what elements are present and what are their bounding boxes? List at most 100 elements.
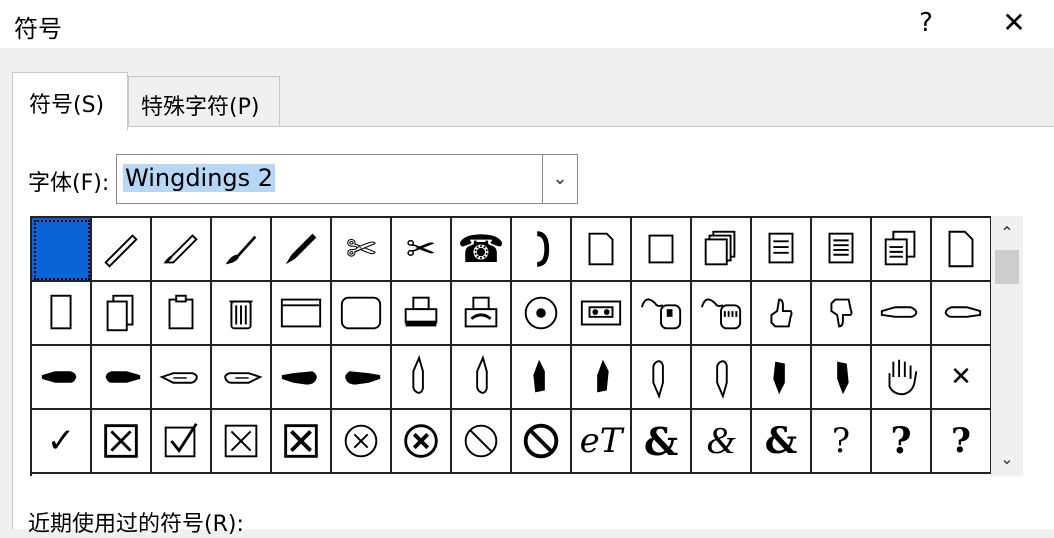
symbol-cell[interactable] bbox=[812, 282, 872, 346]
symbol-cell[interactable]: ? bbox=[872, 410, 932, 474]
open-hand-icon bbox=[878, 354, 924, 400]
black-hand-point-left-icon bbox=[38, 354, 84, 400]
symbol-cell[interactable]: ☎ bbox=[452, 218, 512, 282]
symbol-cell[interactable] bbox=[152, 282, 212, 346]
dialog-title: 符号 bbox=[14, 15, 62, 43]
symbol-cell[interactable] bbox=[572, 282, 632, 346]
vertical-scrollbar[interactable]: ⌃ ⌄ bbox=[991, 216, 1023, 476]
symbol-cell[interactable] bbox=[752, 346, 812, 410]
symbol-cell[interactable] bbox=[452, 346, 512, 410]
title-bar: 符号 ? ✕ bbox=[0, 0, 1054, 48]
symbol-cell[interactable] bbox=[452, 282, 512, 346]
font-select[interactable]: Wingdings 2 ⌄ bbox=[116, 154, 578, 204]
x-box-bold-icon bbox=[278, 418, 324, 464]
symbol-cell[interactable] bbox=[692, 346, 752, 410]
check-mark-icon: ✓ bbox=[46, 421, 76, 461]
symbol-cell[interactable] bbox=[632, 282, 692, 346]
symbol-cell[interactable] bbox=[212, 218, 272, 282]
outline-hand-left-icon bbox=[158, 354, 204, 400]
fountain-pen-icon bbox=[158, 226, 204, 272]
tab-label: 特殊字符(P) bbox=[141, 95, 260, 120]
chevron-down-icon[interactable]: ⌄ bbox=[542, 155, 577, 203]
scroll-thumb[interactable] bbox=[995, 250, 1019, 284]
symbol-cell[interactable] bbox=[872, 282, 932, 346]
symbol-cell[interactable]: & bbox=[632, 410, 692, 474]
symbol-cell[interactable] bbox=[692, 218, 752, 282]
mouse-keyboard-icon bbox=[698, 290, 744, 336]
symbol-cell[interactable]: ✄ bbox=[332, 218, 392, 282]
symbol-cell[interactable] bbox=[92, 218, 152, 282]
telephone-icon: ☎ bbox=[457, 227, 505, 271]
symbol-cell[interactable] bbox=[92, 282, 152, 346]
symbol-cell[interactable] bbox=[212, 410, 272, 474]
symbol-cell[interactable] bbox=[452, 410, 512, 474]
symbol-cell[interactable] bbox=[812, 346, 872, 410]
symbol-cell[interactable] bbox=[332, 346, 392, 410]
symbol-cell[interactable]: & bbox=[752, 410, 812, 474]
symbol-cell[interactable] bbox=[392, 410, 452, 474]
window-icon bbox=[278, 290, 324, 336]
symbol-cell[interactable]: ✓ bbox=[32, 410, 92, 474]
symbol-cell[interactable] bbox=[392, 282, 452, 346]
symbol-cell[interactable] bbox=[512, 346, 572, 410]
tab-symbols[interactable]: 符号(S) bbox=[12, 72, 128, 130]
symbol-cell[interactable] bbox=[272, 410, 332, 474]
symbol-cell[interactable] bbox=[212, 346, 272, 410]
symbol-cell[interactable] bbox=[872, 346, 932, 410]
fax-icon bbox=[458, 290, 504, 336]
symbol-cell[interactable] bbox=[32, 346, 92, 410]
symbol-cell[interactable] bbox=[572, 346, 632, 410]
cassette-icon bbox=[578, 290, 624, 336]
help-button[interactable]: ? bbox=[906, 4, 946, 42]
symbol-cell[interactable] bbox=[632, 346, 692, 410]
scroll-up-icon[interactable]: ⌃ bbox=[991, 216, 1023, 250]
hand-point-down-icon bbox=[638, 354, 684, 400]
disc-icon bbox=[518, 290, 564, 336]
symbol-cell[interactable] bbox=[512, 410, 572, 474]
hand-point-down-alt-icon bbox=[698, 354, 744, 400]
ampersand-bold-icon: & bbox=[643, 418, 679, 464]
pencil-icon bbox=[278, 226, 324, 272]
symbol-cell[interactable]: & bbox=[692, 410, 752, 474]
symbol-cell[interactable] bbox=[212, 282, 272, 346]
symbol-cell[interactable] bbox=[92, 410, 152, 474]
tab-special-characters[interactable]: 特殊字符(P) bbox=[128, 76, 280, 128]
symbol-cell[interactable]: ? bbox=[812, 410, 872, 474]
scroll-down-icon[interactable]: ⌄ bbox=[991, 442, 1023, 476]
symbol-cell[interactable] bbox=[152, 346, 212, 410]
symbol-cell[interactable]: eT bbox=[572, 410, 632, 474]
symbol-cell[interactable] bbox=[932, 282, 992, 346]
symbol-cell[interactable] bbox=[32, 282, 92, 346]
symbol-cell[interactable]: ✕ bbox=[932, 346, 992, 410]
close-button[interactable]: ✕ bbox=[994, 4, 1034, 42]
symbol-cell[interactable] bbox=[752, 282, 812, 346]
symbol-cell[interactable] bbox=[512, 218, 572, 282]
symbol-cell[interactable] bbox=[752, 218, 812, 282]
symbol-cell[interactable] bbox=[272, 282, 332, 346]
symbol-cell[interactable] bbox=[332, 410, 392, 474]
black-fist-right-icon bbox=[338, 354, 384, 400]
symbol-cell-selected[interactable] bbox=[32, 218, 92, 282]
symbol-cell[interactable] bbox=[632, 218, 692, 282]
symbol-cell[interactable] bbox=[872, 218, 932, 282]
symbol-cell[interactable]: ✂ bbox=[392, 218, 452, 282]
symbol-cell[interactable] bbox=[392, 346, 452, 410]
symbol-cell[interactable] bbox=[152, 410, 212, 474]
symbol-cell[interactable] bbox=[332, 282, 392, 346]
symbol-cell[interactable] bbox=[692, 282, 752, 346]
prohibited-bold-icon bbox=[518, 418, 564, 464]
symbol-cell[interactable] bbox=[272, 218, 332, 282]
symbol-cell[interactable] bbox=[812, 218, 872, 282]
mouse-icon bbox=[638, 290, 684, 336]
symbol-cell[interactable]: ? bbox=[932, 410, 992, 474]
text-page-icon bbox=[758, 226, 804, 272]
symbol-cell[interactable] bbox=[272, 346, 332, 410]
symbol-cell[interactable] bbox=[572, 218, 632, 282]
thumbs-up-icon bbox=[758, 290, 804, 336]
font-value[interactable]: Wingdings 2 bbox=[123, 164, 276, 192]
blank-page-icon bbox=[638, 226, 684, 272]
symbol-cell[interactable] bbox=[152, 218, 212, 282]
symbol-cell[interactable] bbox=[92, 346, 152, 410]
symbol-cell[interactable] bbox=[932, 218, 992, 282]
symbol-cell[interactable] bbox=[512, 282, 572, 346]
